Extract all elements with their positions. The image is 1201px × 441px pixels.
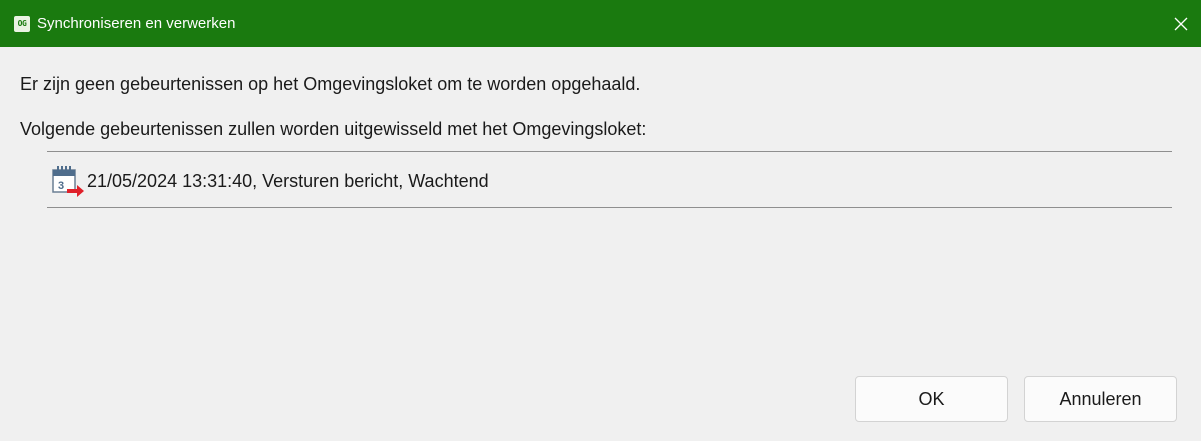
list-item[interactable]: 3 21/05/2024 13:31:40, Versturen bericht… <box>51 166 489 197</box>
ok-button[interactable]: OK <box>855 376 1008 422</box>
window-title: Synchroniseren en verwerken <box>37 15 236 32</box>
close-icon <box>1174 17 1188 30</box>
close-button[interactable] <box>1161 0 1201 47</box>
svg-text:3: 3 <box>58 180 64 192</box>
events-intro-message: Volgende gebeurtenissen zullen worden ui… <box>20 119 647 139</box>
no-events-message: Er zijn geen gebeurtenissen op het Omgev… <box>20 74 641 94</box>
app-icon: OG <box>14 15 30 32</box>
calendar-send-icon: 3 <box>52 166 84 197</box>
event-text: 21/05/2024 13:31:40, Versturen bericht, … <box>87 170 489 191</box>
cancel-button[interactable]: Annuleren <box>1024 376 1177 422</box>
events-list[interactable]: 3 21/05/2024 13:31:40, Versturen bericht… <box>47 151 1172 208</box>
title-bar: OG Synchroniseren en verwerken <box>0 0 1201 47</box>
